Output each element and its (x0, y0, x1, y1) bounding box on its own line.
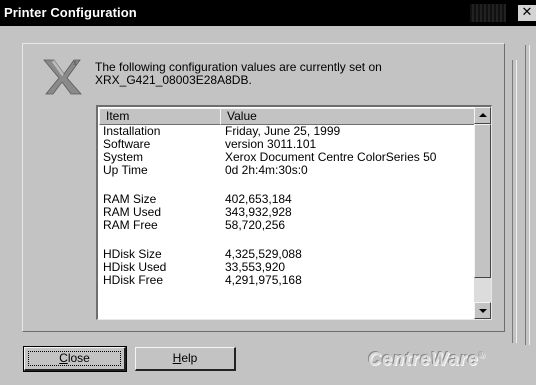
row-item: Up Time (103, 163, 148, 177)
scroll-up-button[interactable] (474, 107, 491, 124)
scroll-down-button[interactable] (474, 302, 491, 319)
close-button[interactable]: Close (23, 346, 127, 372)
vertical-scrollbar[interactable] (474, 107, 491, 319)
title-bar[interactable]: Printer Configuration ✕ (0, 0, 536, 26)
table-row[interactable]: HDisk Free 4,291,975,168 (98, 274, 474, 287)
xerox-x-logo-icon: x (43, 59, 82, 95)
centreware-logo: CentreWare® (368, 349, 486, 370)
svg-text:x: x (73, 59, 77, 67)
title-bar-texture (470, 4, 506, 22)
configuration-list-viewport: Item Value Installation Friday, June 25, … (98, 107, 474, 319)
row-value: 58,720,256 (225, 218, 286, 232)
row-value: 4,291,975,168 (225, 273, 302, 287)
window-title: Printer Configuration (4, 5, 137, 20)
table-row-spacer (98, 232, 474, 248)
table-row[interactable]: RAM Free 58,720,256 (98, 219, 474, 232)
row-item: HDisk Free (103, 273, 164, 287)
column-header-item[interactable]: Item (99, 108, 221, 125)
close-icon: ✕ (521, 5, 533, 20)
configuration-list[interactable]: Item Value Installation Friday, June 25, … (96, 105, 492, 320)
divider (512, 60, 517, 343)
intro-text: The following configuration values are c… (95, 61, 382, 87)
table-row-spacer (98, 177, 474, 193)
divider (525, 45, 530, 345)
table-row[interactable]: Up Time 0d 2h:4m:30s:0 (98, 164, 474, 177)
intro-line-2: XRX_G421_08003E28A8DB. (95, 73, 252, 87)
arrow-down-icon (479, 309, 487, 313)
arrow-up-icon (479, 113, 487, 117)
configuration-rows: Installation Friday, June 25, 1999 Softwa… (98, 125, 474, 287)
close-window-button[interactable]: ✕ (518, 5, 536, 21)
scroll-thumb[interactable] (474, 124, 491, 278)
help-label: elp (181, 351, 198, 365)
brand-name: CentreWare (368, 349, 479, 369)
help-button[interactable]: Help (135, 347, 236, 371)
printer-configuration-dialog: Printer Configuration ✕ x The following … (0, 0, 536, 385)
column-header-value[interactable]: Value (220, 108, 474, 125)
registered-mark: ® (478, 351, 486, 360)
focus-rectangle (28, 351, 121, 366)
row-value: 0d 2h:4m:30s:0 (225, 163, 308, 177)
row-item: RAM Free (103, 218, 158, 232)
